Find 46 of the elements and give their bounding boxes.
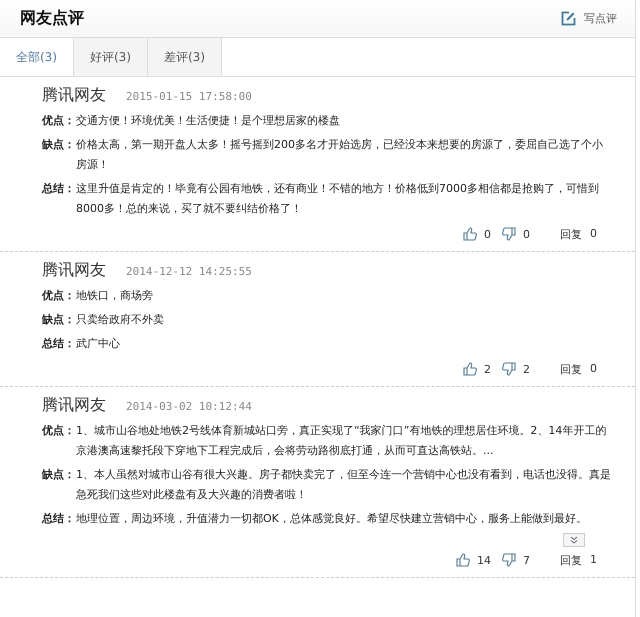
field-label: 总结： (42, 336, 76, 352)
author-name: 腾讯网友 (42, 85, 106, 106)
author-name: 腾讯网友 (42, 395, 106, 416)
author-name: 腾讯网友 (42, 260, 106, 281)
review-text: 价格太高，第一期开盘人太多！摇号摇到200多名才开始选房，已经没本来想要的房源了，委屈自己选了个小房源！ (76, 137, 604, 173)
field-label: 总结： (42, 181, 76, 197)
dislike-button[interactable]: 0 (501, 226, 530, 242)
thumbs-up-icon (462, 361, 478, 377)
review-text: 这里升值是肯定的！毕竟有公园有地铁，还有商业！不错的地方！价格低到7000多相信都是抢购了，可惜到8000多！总的来说，买了就不要纠结价格了！ (76, 181, 600, 217)
review-text: 地铁口，商场旁 (76, 288, 154, 304)
dislike-button[interactable]: 2 (501, 361, 530, 377)
edit-icon (561, 11, 576, 26)
review-text: 武广中心 (76, 336, 121, 352)
field-label: 总结： (42, 511, 76, 527)
review-date: 2014-03-02 10:12:44 (126, 400, 252, 413)
review-text: 1、城市山谷地处地铁2号线体育新城站口旁，真正实现了“我家门口”有地铁的理想居住环境。2、14年开工的京港澳高速黎托段下穿地下工程完成后，会将劳动路彻底打通，从而可直达高铁站。... (76, 423, 608, 459)
field-label: 优点： (42, 423, 76, 439)
filter-tab[interactable]: 差评(3) (148, 38, 222, 76)
field-label: 缺点： (42, 467, 76, 483)
review-date: 2015-01-15 17:58:00 (126, 90, 252, 103)
thumbs-down-icon (501, 226, 517, 242)
review-date: 2014-12-12 14:25:55 (126, 265, 252, 278)
chevron-down-icon (570, 536, 578, 544)
dislike-button[interactable]: 7 (501, 552, 530, 568)
reply-button[interactable]: 回复 0 (560, 226, 597, 242)
review-text: 交通方便！环境优美！生活便捷！是个理想居家的楼盘 (76, 113, 341, 129)
field-label: 优点： (42, 113, 76, 129)
reply-button[interactable]: 回复 1 (560, 552, 597, 568)
reply-button[interactable]: 回复 0 (560, 362, 597, 376)
like-button[interactable]: 2 (462, 361, 491, 377)
like-button[interactable]: 14 (455, 552, 491, 568)
review-text: 1、本人虽然对城市山谷有很大兴趣。房子都快卖完了，但至今连一个营销中心也没有看到，电话也没得。真是急死我们这些对此楼盘有及大兴趣的消费者啦！ (76, 467, 611, 503)
filter-tab[interactable]: 好评(3) (74, 38, 148, 76)
thumbs-down-icon (501, 361, 517, 377)
expand-button[interactable] (563, 533, 585, 547)
field-label: 缺点： (42, 137, 76, 153)
review-text: 只卖给政府不外卖 (76, 312, 165, 328)
review-text: 地理位置，周边环境，升值潜力一切都OK，总体感觉良好。希望尽快建立营销中心，服务上能做到最好。 (76, 511, 588, 527)
field-label: 优点： (42, 288, 76, 304)
panel-title: 网友点评 (20, 8, 84, 29)
write-review-button[interactable]: 写点评 (561, 11, 617, 26)
like-button[interactable]: 0 (462, 226, 491, 242)
thumbs-down-icon (501, 552, 517, 568)
field-label: 缺点： (42, 312, 76, 328)
thumbs-up-icon (462, 226, 478, 242)
thumbs-up-icon (455, 552, 471, 568)
